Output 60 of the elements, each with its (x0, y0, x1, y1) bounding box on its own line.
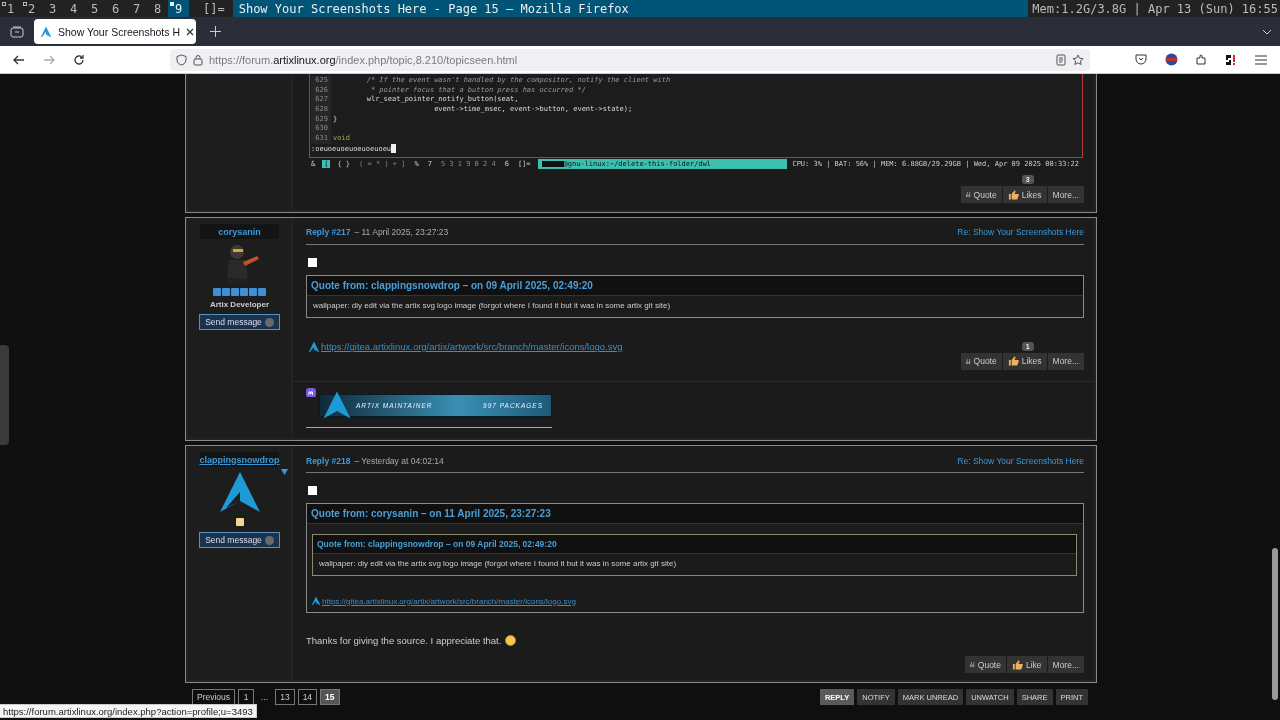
quote-header: Quote from: corysanin – on 11 April 2025, 23:27:23 (307, 504, 1083, 524)
reply-link[interactable]: Reply #217 (306, 227, 351, 238)
logo-icon (311, 596, 321, 606)
sidebar-handle[interactable] (0, 345, 9, 445)
quote-button[interactable]: Quote (960, 186, 1002, 203)
page-link[interactable]: 13 (275, 689, 295, 705)
like-button[interactable]: Like (1006, 656, 1047, 673)
post-date: – 11 April 2025, 23:27:23 (354, 227, 450, 238)
status-url: https://forum.artixlinux.org/index.php?action=profile;u=3493 (0, 704, 257, 718)
star-icon[interactable] (1072, 53, 1084, 66)
send-message-button[interactable]: Send message (199, 314, 280, 330)
avatar-logo (217, 470, 262, 514)
address-bar[interactable]: https://forum.artixlinux.org/index.php/topic,8.210/topicseen.html (170, 48, 1090, 71)
quote-icon (969, 662, 975, 667)
quote-header: Quote from: clappingsnowdrop – on 09 April 2025, 02:49:20 (307, 275, 1083, 296)
mastodon-icon (306, 387, 316, 398)
shield-icon[interactable] (176, 53, 187, 66)
more-button[interactable]: More... (1047, 352, 1084, 370)
link[interactable]: https://gitea.artixlinux.org/artix/artwork/src/branch/master/icons/logo.svg (311, 596, 576, 606)
browser-tab[interactable]: Show Your Screenshots H (34, 19, 196, 44)
send-message-button[interactable]: Send message (199, 532, 280, 548)
scrollbar-thumb[interactable] (1272, 548, 1278, 700)
quote-icon (965, 192, 971, 197)
page-ellipsis[interactable]: ... (257, 689, 273, 705)
quote-button[interactable]: Quote (964, 656, 1006, 673)
link[interactable]: https://gitea.artixlinux.org/artix/artwork/src/branch/master/icons/logo.svg (308, 340, 623, 353)
author-name[interactable]: corysanin (200, 224, 279, 239)
quote-button[interactable]: Quote (960, 352, 1002, 370)
reply-link[interactable]: Reply #218 (306, 455, 351, 466)
subject-link[interactable]: Re: Show Your Screenshots Here (957, 227, 1084, 238)
logo-icon (322, 390, 352, 421)
url-text: https://forum.artixlinux.org/index.php/topic,8.210/topicseen.html (209, 53, 519, 66)
more-button[interactable]: More... (1047, 186, 1084, 203)
subject-link[interactable]: Re: Show Your Screenshots Here (957, 455, 1084, 466)
checkbox[interactable] (308, 257, 317, 267)
lock-icon[interactable] (193, 53, 203, 66)
post-date: – Yesterday at 04:02:14 (354, 455, 445, 466)
more-button[interactable]: More... (1047, 656, 1084, 673)
post-text: Thanks for giving the source. I appreciate that. (306, 635, 502, 646)
status-text: Mem:1.2G/3.8G | Apr 13 (Sun) 16:55 (1031, 0, 1279, 17)
logo-icon (308, 340, 320, 353)
thumbs-up-icon (1007, 356, 1019, 367)
member-title: Artix Developer (209, 300, 270, 309)
thumbs-up-icon (1007, 189, 1019, 200)
quote-text: wallpaper: diy edit via the artix svg logo image (forgot where I found it but it was in some artix git site) (318, 558, 678, 570)
layout-indicator: []= (202, 0, 226, 17)
quote-header: Quote from: clappingsnowdrop – on 09 April 2025, 02:49:20 (313, 535, 1076, 554)
quote-icon (965, 358, 971, 364)
reader-view-icon[interactable] (1056, 53, 1066, 66)
workspace-tag[interactable]: 9 (168, 0, 189, 17)
page-link[interactable]: 15 (320, 689, 340, 705)
logo-icon (40, 25, 52, 38)
caret-icon (281, 469, 288, 475)
quote-text: wallpaper: diy edit via the artix svg logo image (forgot where I found it but it was in some artix git site) (312, 299, 672, 312)
page-link[interactable]: 14 (297, 689, 318, 705)
close-icon[interactable] (186, 27, 194, 36)
emoji-icon (505, 635, 517, 646)
window-title: Show Your Screenshots Here - Page 15 — Mozilla Firefox (232, 0, 1029, 17)
thumbs-up-icon (1011, 659, 1023, 670)
checkbox[interactable] (308, 486, 317, 495)
